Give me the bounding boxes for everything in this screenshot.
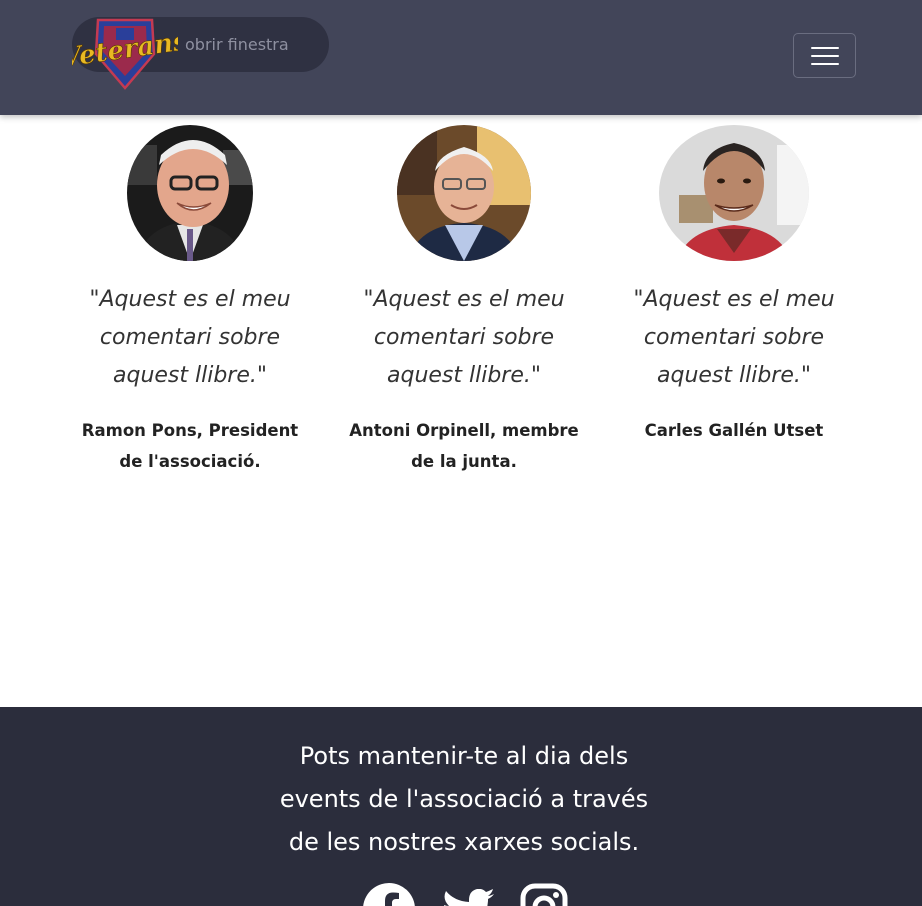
social-links (360, 883, 580, 906)
instagram-icon[interactable] (520, 883, 568, 906)
testimonial-author: Carles Gallén Utset (644, 421, 824, 440)
veterans-logo[interactable]: Veterans (72, 14, 178, 90)
facebook-icon[interactable] (363, 883, 415, 906)
footer-social-text: Pots mantenir-te al dia dels events de l… (279, 742, 649, 856)
testimonial-card: "Aquest es el meu comentari sobre aquest… (329, 115, 599, 477)
testimonials-section: "Aquest es el meu comentari sobre aquest… (55, 115, 875, 705)
hamburger-line (810, 62, 839, 65)
avatar (659, 125, 809, 261)
testimonial-author: Ramon Pons, President de l'associació. (81, 421, 299, 471)
testimonial-card: "Aquest es el meu comentari sobre aquest… (599, 115, 869, 446)
testimonial-quote: "Aquest es el meu comentari sobre aquest… (89, 287, 291, 388)
hamburger-line (810, 54, 839, 57)
testimonial-card: "Aquest es el meu comentari sobre aquest… (55, 115, 325, 477)
testimonial-author: Antoni Orpinell, membre de la junta. (349, 421, 579, 471)
twitter-icon[interactable] (442, 888, 494, 906)
avatar (397, 125, 531, 261)
footer: Pots mantenir-te al dia dels events de l… (0, 707, 922, 906)
open-window-label: obrir finestra (185, 35, 289, 54)
logo-image: Veterans (72, 18, 178, 90)
hamburger-line (810, 46, 839, 49)
hamburger-menu-button[interactable] (793, 33, 856, 78)
testimonial-quote: "Aquest es el meu comentari sobre aquest… (363, 287, 565, 388)
navbar: obrir finestra Veterans (0, 0, 922, 115)
testimonial-quote: "Aquest es el meu comentari sobre aquest… (633, 287, 835, 388)
avatar (127, 125, 253, 261)
